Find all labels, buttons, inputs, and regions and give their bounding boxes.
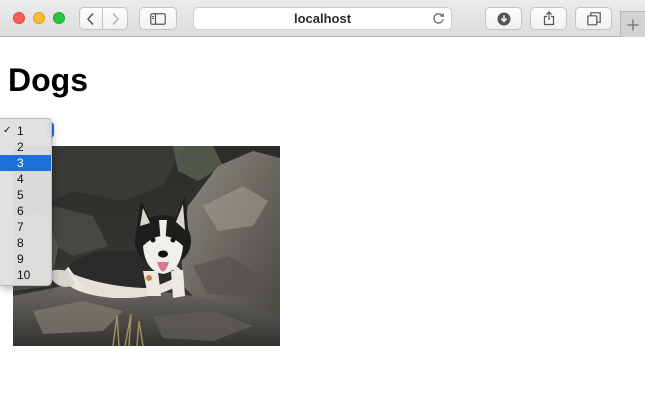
page-title: Dogs: [8, 62, 88, 98]
option-1[interactable]: ✓ 1: [0, 123, 51, 139]
option-3[interactable]: 3: [0, 155, 51, 171]
chevron-right-icon: [112, 12, 120, 25]
address-text: localhost: [293, 11, 352, 26]
option-8[interactable]: 8: [0, 235, 51, 251]
option-2[interactable]: 2: [0, 139, 51, 155]
checkmark-icon: ✓: [3, 125, 12, 136]
option-label: 6: [17, 204, 24, 218]
sidebar-toggle-button[interactable]: [139, 7, 177, 30]
downloads-button[interactable]: [485, 7, 522, 30]
chevron-left-icon: [86, 12, 94, 25]
option-label: 3: [17, 156, 24, 170]
option-label: 8: [17, 236, 24, 250]
tab-overview-button[interactable]: [575, 7, 612, 30]
option-label: 7: [17, 220, 24, 234]
reload-icon[interactable]: [432, 12, 445, 25]
minimize-window-button[interactable]: [33, 12, 45, 24]
dog-photo: [13, 146, 280, 346]
option-label: 10: [17, 268, 31, 282]
tabs-overview-icon: [586, 11, 601, 25]
forward-button[interactable]: [103, 7, 128, 30]
option-label: 2: [17, 140, 24, 154]
share-icon: [543, 11, 554, 26]
sidebar-icon: [150, 12, 166, 25]
option-4[interactable]: 4: [0, 171, 51, 187]
number-dropdown-menu: ✓ 1 2 3 4 5 6 7 8 9 10: [0, 118, 52, 286]
option-label: 1: [17, 124, 24, 138]
plus-icon: [627, 19, 639, 30]
option-9[interactable]: 9: [0, 251, 51, 267]
back-button[interactable]: [79, 7, 103, 30]
close-window-button[interactable]: [13, 12, 25, 24]
option-label: 9: [17, 252, 24, 266]
new-tab-button[interactable]: [620, 11, 645, 37]
option-7[interactable]: 7: [0, 219, 51, 235]
option-10[interactable]: 10: [0, 267, 51, 283]
option-label: 4: [17, 172, 24, 186]
browser-window: localhost Dogs ✓ 1 2 3 4 5 6 7 8 9 10: [0, 0, 645, 404]
share-button[interactable]: [530, 7, 567, 30]
browser-toolbar: localhost: [0, 0, 645, 37]
option-6[interactable]: 6: [0, 203, 51, 219]
download-icon: [497, 12, 510, 25]
address-bar[interactable]: localhost: [193, 7, 452, 30]
zoom-window-button[interactable]: [53, 12, 65, 24]
option-label: 5: [17, 188, 24, 202]
option-5[interactable]: 5: [0, 187, 51, 203]
